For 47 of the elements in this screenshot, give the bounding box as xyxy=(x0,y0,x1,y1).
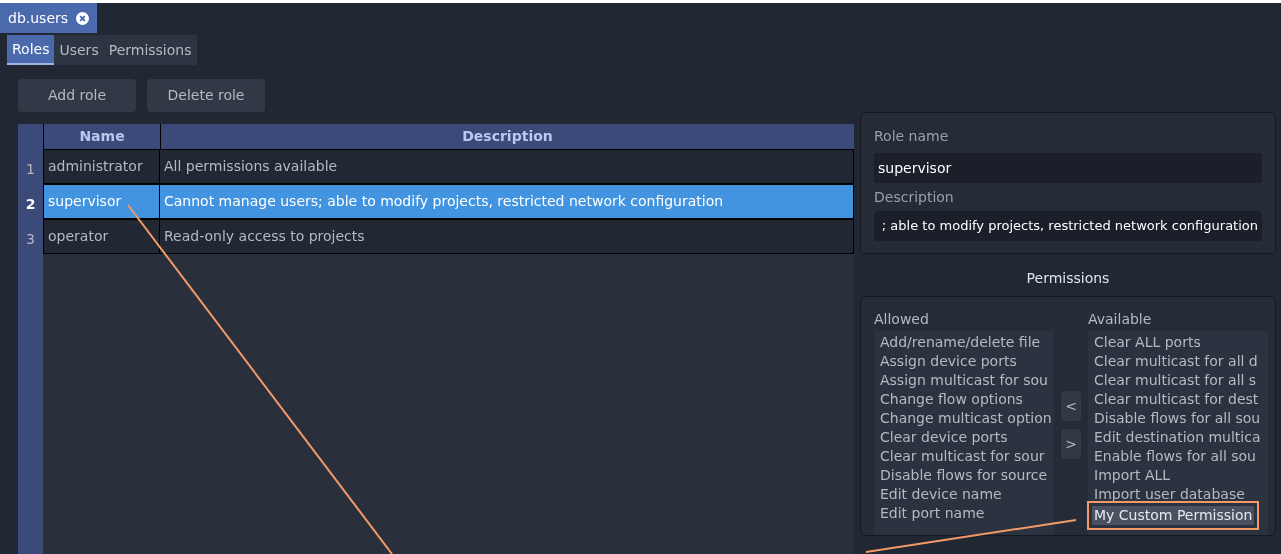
table-cell[interactable]: Read-only access to projects xyxy=(160,219,854,254)
permission-item[interactable]: Clear multicast for all s xyxy=(1092,370,1259,390)
corner-cell xyxy=(18,124,43,149)
row-number: 3 xyxy=(18,219,43,254)
permission-item[interactable]: My Custom Permission xyxy=(1092,505,1255,525)
field-label: Role name xyxy=(874,126,950,146)
column-header: Name xyxy=(43,124,160,149)
tab[interactable]: Roles xyxy=(7,35,55,65)
permission-item[interactable]: Clear ALL ports xyxy=(1092,332,1203,352)
field-label: Description xyxy=(874,187,955,207)
permission-item[interactable]: Enable flows for all sou xyxy=(1092,446,1258,466)
list-label: Available xyxy=(1088,310,1153,329)
row-number: 1 xyxy=(18,149,43,184)
permission-item[interactable]: Clear device ports xyxy=(878,427,1010,447)
permission-item[interactable]: Disable flows for source xyxy=(878,465,1050,485)
permission-item[interactable]: Change multicast option xyxy=(878,408,1054,428)
move-right-button[interactable]: > xyxy=(1061,429,1081,459)
toolbar-button[interactable]: Add role xyxy=(18,79,136,112)
row-number: 2 xyxy=(18,184,43,219)
input-field[interactable]: supervisor xyxy=(874,153,1262,183)
permission-item[interactable]: Clear multicast for dest xyxy=(1092,389,1261,409)
permission-item[interactable]: Assign multicast for sou xyxy=(878,370,1050,390)
permission-item[interactable]: Assign device ports xyxy=(878,351,1019,371)
document-tab-label: db.users xyxy=(8,8,69,28)
tab[interactable]: Permissions xyxy=(103,35,197,65)
table-cell[interactable]: operator xyxy=(43,219,160,254)
permission-item[interactable]: Import user database xyxy=(1092,484,1247,504)
input-field[interactable]: ; able to modify projects, restricted network configuration xyxy=(874,211,1262,241)
move-left-button[interactable]: < xyxy=(1061,391,1081,421)
permission-item[interactable]: Clear multicast for sour xyxy=(878,446,1047,466)
permission-item[interactable]: Clear multicast for all d xyxy=(1092,351,1260,371)
permission-item[interactable]: Change flow options xyxy=(878,389,1025,409)
close-icon[interactable] xyxy=(76,11,90,25)
document-tab[interactable]: db.users xyxy=(0,3,98,33)
toolbar-button[interactable]: Delete role xyxy=(147,79,265,112)
section-title: Permissions xyxy=(1025,269,1111,288)
permission-item[interactable]: Edit device name xyxy=(878,484,1004,504)
tab[interactable]: Users xyxy=(54,35,104,65)
permission-item[interactable]: Import ALL xyxy=(1092,465,1173,485)
list-label: Allowed xyxy=(874,310,930,329)
permission-item[interactable]: Disable flows for all sou xyxy=(1092,408,1263,428)
permission-item[interactable]: Add/rename/delete file xyxy=(878,332,1043,352)
table-cell[interactable]: All permissions available xyxy=(160,149,854,184)
permission-item[interactable]: Edit port name xyxy=(878,503,987,523)
permission-item[interactable]: Edit destination multica xyxy=(1092,427,1263,447)
table-cell[interactable]: administrator xyxy=(43,149,160,184)
column-header: Description xyxy=(160,124,854,149)
